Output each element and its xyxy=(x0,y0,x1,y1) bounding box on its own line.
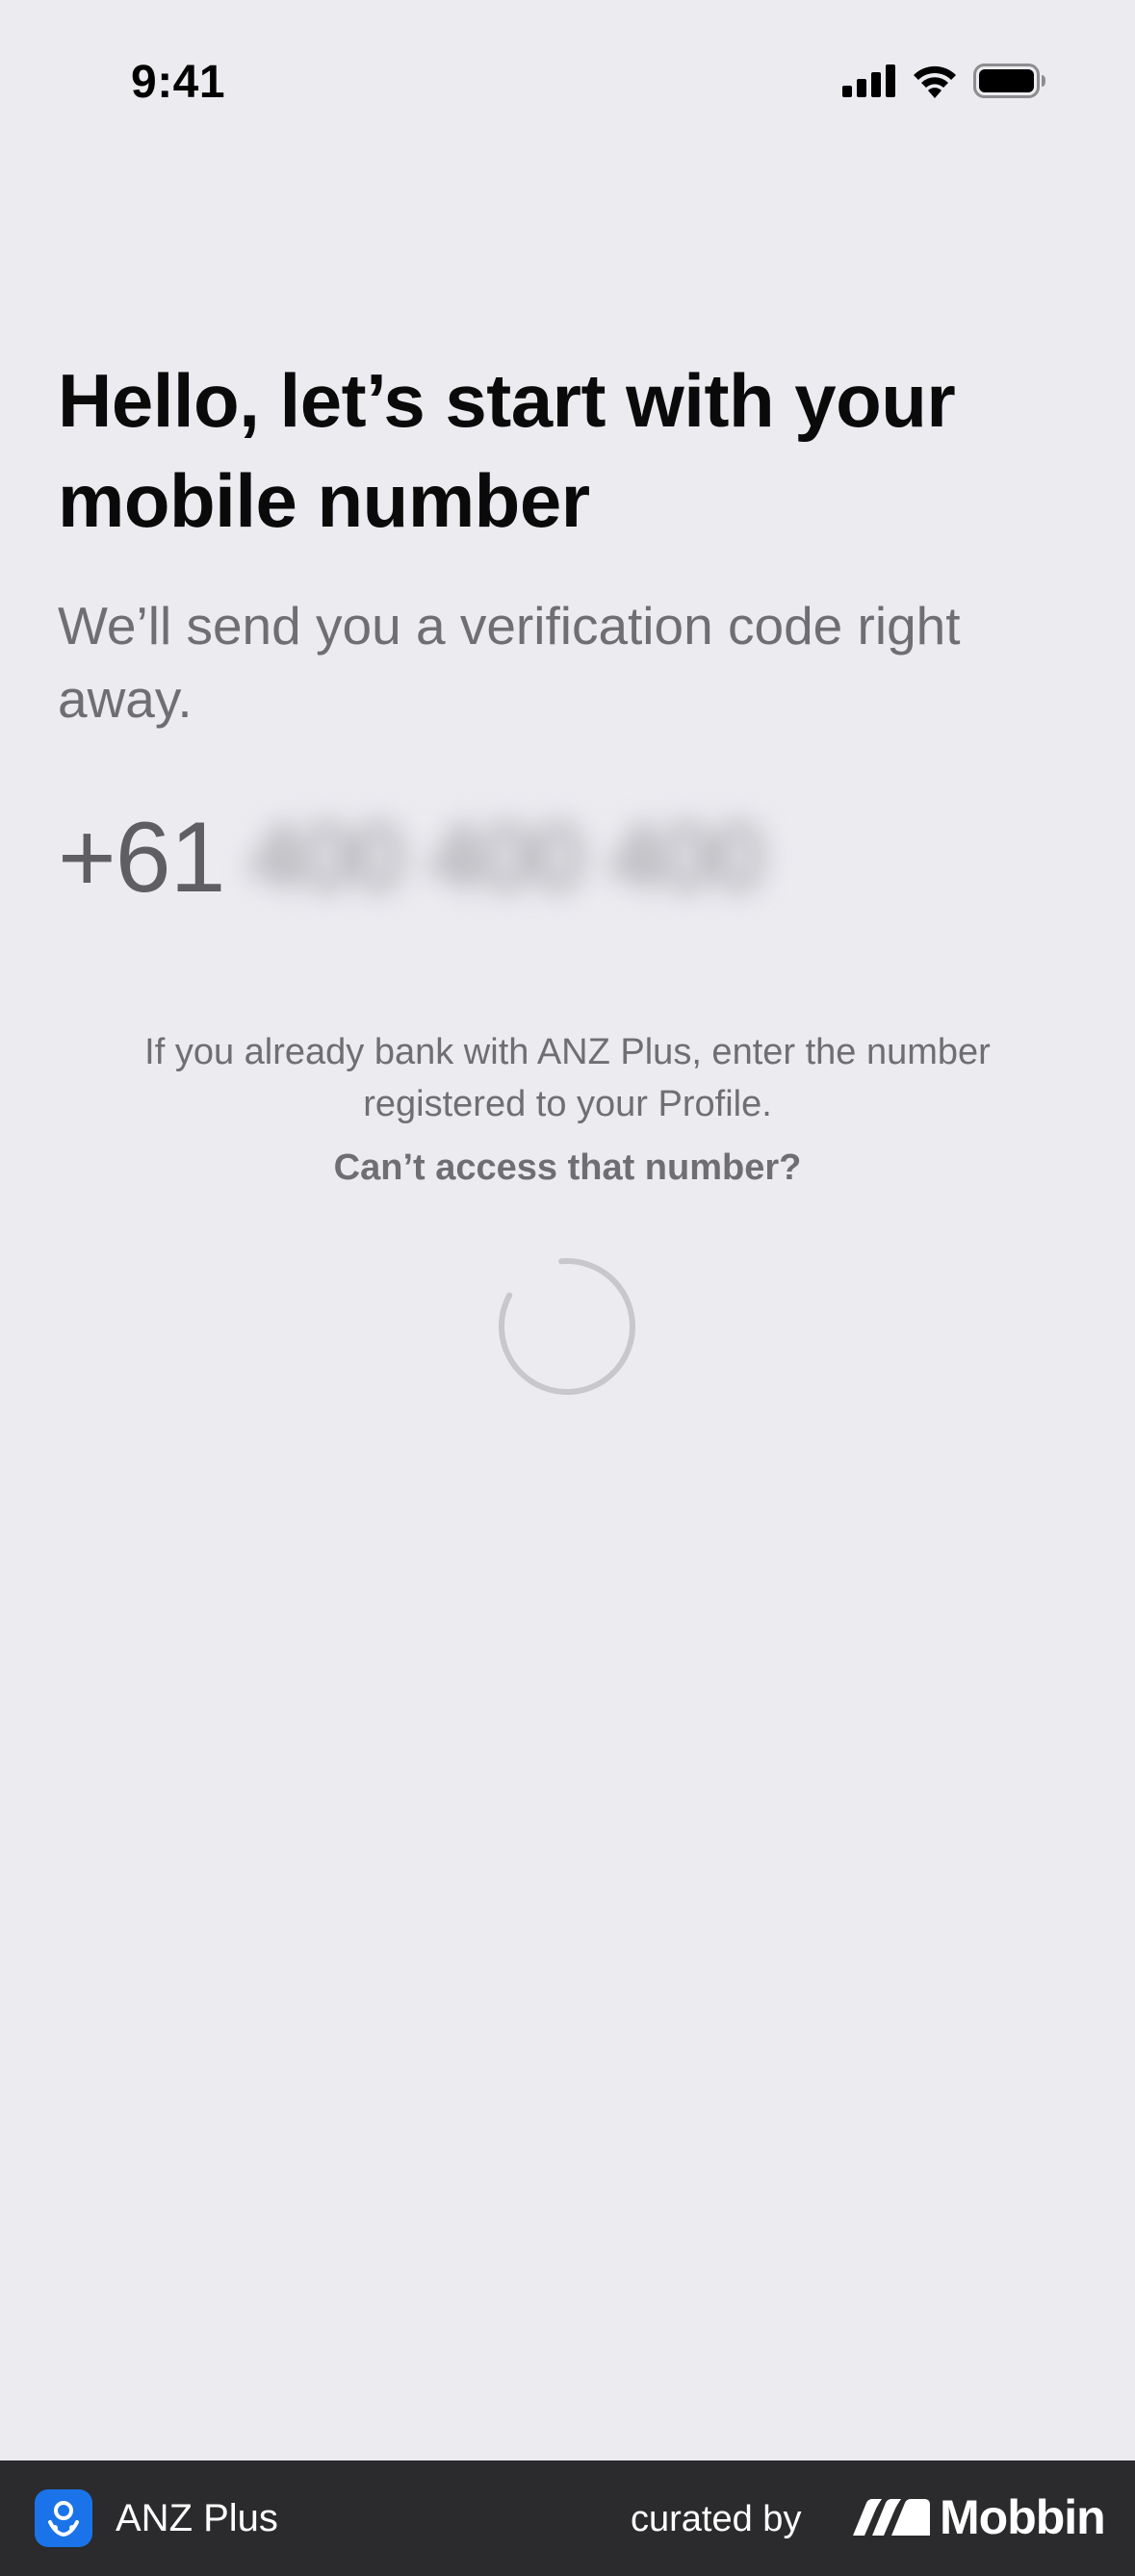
status-bar: 9:41 xyxy=(0,0,1135,154)
wifi-icon xyxy=(912,64,958,98)
phone-number-input[interactable] xyxy=(249,810,847,906)
page-subtitle: We’ll send you a verification code right… xyxy=(58,596,961,729)
status-icons xyxy=(842,64,1046,98)
country-code[interactable]: +61 xyxy=(58,801,225,915)
footer-bar: ANZ Plus curated by Mobbin xyxy=(0,2460,1135,2576)
curated-by-label: curated by xyxy=(631,2499,802,2539)
loading-spinner-icon xyxy=(498,1257,636,1396)
mobbin-logo-icon xyxy=(851,2499,932,2537)
cant-access-number-link[interactable]: Can’t access that number? xyxy=(87,1144,1048,1192)
status-time: 9:41 xyxy=(131,57,226,108)
app-name: ANZ Plus xyxy=(116,2497,278,2539)
helper-text: If you already bank with ANZ Plus, enter… xyxy=(144,1032,991,1124)
phone-number-field[interactable]: +61 xyxy=(58,795,847,920)
mobbin-brand-name: Mobbin xyxy=(940,2490,1106,2544)
cellular-signal-icon xyxy=(842,64,896,97)
anz-plus-app-icon xyxy=(35,2489,92,2547)
battery-icon xyxy=(973,64,1046,98)
page-title: Hello, let’s start with your mobile numb… xyxy=(58,358,956,543)
